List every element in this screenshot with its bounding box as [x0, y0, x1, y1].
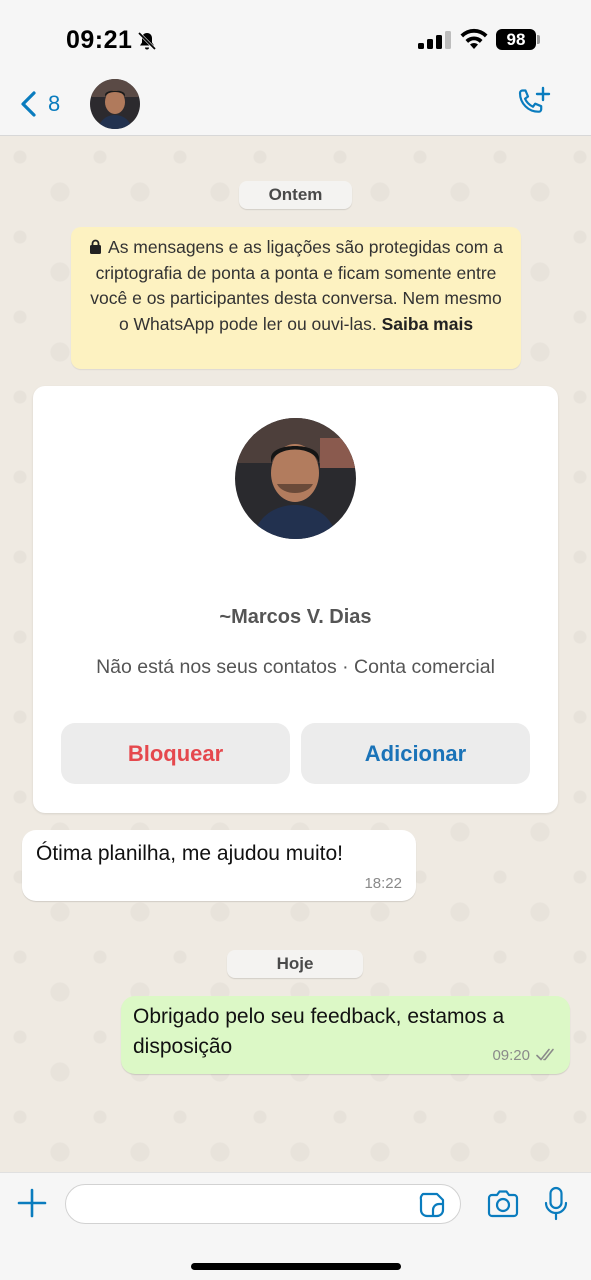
message-time: 09:20 [492, 1047, 530, 1064]
encryption-notice[interactable]: As mensagens e as ligações são protegida… [71, 227, 521, 369]
message-input[interactable] [65, 1184, 461, 1224]
message-text: Ótima planilha, me ajudou muito! [36, 842, 343, 865]
block-button[interactable]: Bloquear [61, 723, 290, 784]
message-bubble-incoming[interactable]: Ótima planilha, me ajudou muito! 18:22 [22, 830, 416, 901]
add-contact-button[interactable]: Adicionar [301, 723, 530, 784]
wifi-icon [460, 28, 488, 49]
date-chip-yesterday: Ontem [239, 181, 352, 209]
chevron-left-icon [21, 91, 36, 117]
camera-icon[interactable] [486, 1189, 520, 1219]
home-indicator [191, 1263, 401, 1270]
avatar-image [90, 79, 140, 129]
add-call-button[interactable] [514, 86, 552, 122]
avatar[interactable] [90, 79, 140, 129]
microphone-icon[interactable] [543, 1186, 569, 1222]
battery-icon: 98 [496, 29, 536, 50]
learn-more-link[interactable]: Saiba mais [382, 314, 473, 334]
double-check-icon [536, 1048, 554, 1061]
unread-count: 8 [48, 91, 61, 116]
contact-avatar-image [235, 418, 356, 539]
message-bubble-outgoing[interactable]: Obrigado pelo seu feedback, estamos a di… [121, 996, 570, 1074]
status-bar: 09:21 98 [0, 0, 591, 74]
contact-name: ~Marcos V. Dias [219, 606, 372, 628]
chat-header: 8 [0, 74, 591, 136]
date-chip-today: Hoje [227, 950, 363, 978]
contact-avatar[interactable] [235, 418, 356, 539]
back-button[interactable]: 8 [14, 86, 74, 122]
plus-icon[interactable] [16, 1187, 48, 1219]
contact-card: ~Marcos V. Dias Não está nos seus contat… [33, 386, 558, 813]
signal-icon [418, 31, 451, 49]
lock-icon [90, 239, 102, 254]
message-time: 18:22 [364, 875, 402, 892]
status-time: 09:21 [66, 26, 133, 54]
battery-nub [537, 35, 540, 44]
contact-status: Não está nos seus contatos · Conta comer… [96, 656, 495, 678]
sticker-icon[interactable] [418, 1191, 446, 1219]
bell-off-icon [137, 31, 157, 51]
